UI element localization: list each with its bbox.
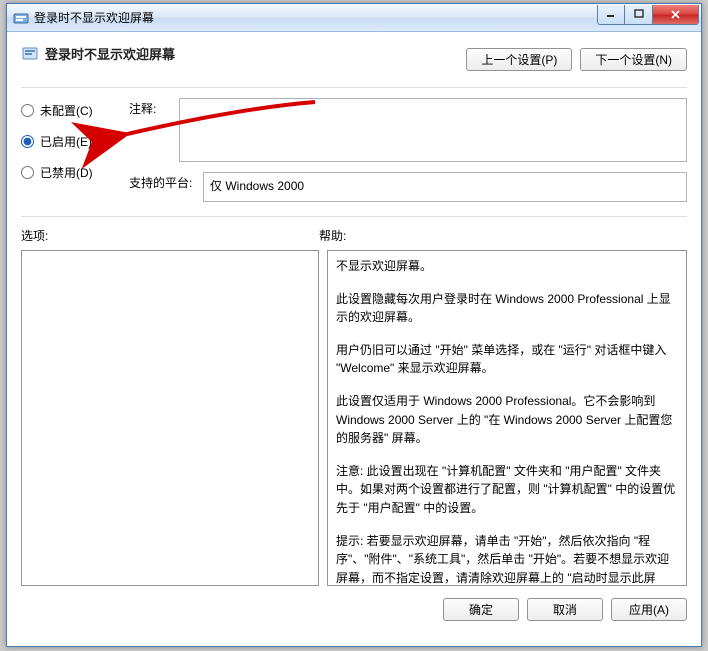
radio-disabled[interactable]: 已禁用(D) (21, 164, 117, 181)
dialog-buttons: 确定 取消 应用(A) (21, 598, 687, 621)
window-title: 登录时不显示欢迎屏幕 (34, 9, 597, 26)
ok-button[interactable]: 确定 (443, 598, 519, 621)
comment-label: 注释: (129, 98, 171, 162)
help-paragraph: 此设置仅适用于 Windows 2000 Professional。它不会影响到… (336, 392, 678, 448)
platform-box: 仅 Windows 2000 (203, 172, 687, 202)
radio-disabled-input[interactable] (21, 166, 34, 179)
next-setting-button[interactable]: 下一个设置(N) (580, 48, 687, 71)
radio-label: 未配置(C) (40, 102, 93, 119)
help-paragraph: 此设置隐藏每次用户登录时在 Windows 2000 Professional … (336, 290, 678, 327)
previous-setting-button[interactable]: 上一个设置(P) (466, 48, 572, 71)
dialog-window: 登录时不显示欢迎屏幕 登录时不显示欢迎屏幕 上一个设置(P) 下一个设置(N) (6, 3, 702, 647)
policy-title: 登录时不显示欢迎屏幕 (45, 44, 175, 63)
apply-button[interactable]: 应用(A) (611, 598, 687, 621)
help-paragraph: 注意: 此设置出现在 "计算机配置" 文件夹和 "用户配置" 文件夹中。如果对两… (336, 462, 678, 518)
maximize-button[interactable] (625, 5, 653, 25)
cancel-button[interactable]: 取消 (527, 598, 603, 621)
title-bar[interactable]: 登录时不显示欢迎屏幕 (7, 4, 701, 32)
client-area: 登录时不显示欢迎屏幕 上一个设置(P) 下一个设置(N) 未配置(C) 已启用(… (7, 32, 701, 633)
help-pane[interactable]: 不显示欢迎屏幕。 此设置隐藏每次用户登录时在 Windows 2000 Prof… (327, 250, 687, 586)
options-heading: 选项: (21, 227, 319, 244)
help-paragraph: 提示: 若要显示欢迎屏幕，请单击 "开始"，然后依次指向 "程序"、"附件"、"… (336, 532, 678, 586)
help-heading: 帮助: (319, 227, 687, 244)
app-icon (13, 10, 29, 26)
minimize-button[interactable] (597, 5, 625, 25)
state-radios: 未配置(C) 已启用(E) 已禁用(D) (21, 102, 117, 202)
separator (21, 216, 687, 217)
radio-enabled[interactable]: 已启用(E) (21, 133, 117, 150)
help-paragraph: 用户仍旧可以通过 "开始" 菜单选择，或在 "运行" 对话框中键入 "Welco… (336, 341, 678, 378)
separator (21, 87, 687, 88)
radio-enabled-input[interactable] (21, 135, 34, 148)
window-controls (597, 5, 699, 25)
platform-label: 支持的平台: (129, 172, 195, 202)
radio-not-configured[interactable]: 未配置(C) (21, 102, 117, 119)
radio-label: 已禁用(D) (40, 164, 93, 181)
close-button[interactable] (653, 5, 699, 25)
radio-label: 已启用(E) (40, 133, 92, 150)
platform-value: 仅 Windows 2000 (210, 179, 304, 193)
options-pane (21, 250, 319, 586)
radio-not-configured-input[interactable] (21, 104, 34, 117)
comment-textarea[interactable] (179, 98, 687, 162)
help-paragraph: 不显示欢迎屏幕。 (336, 257, 678, 276)
policy-icon (21, 45, 39, 63)
